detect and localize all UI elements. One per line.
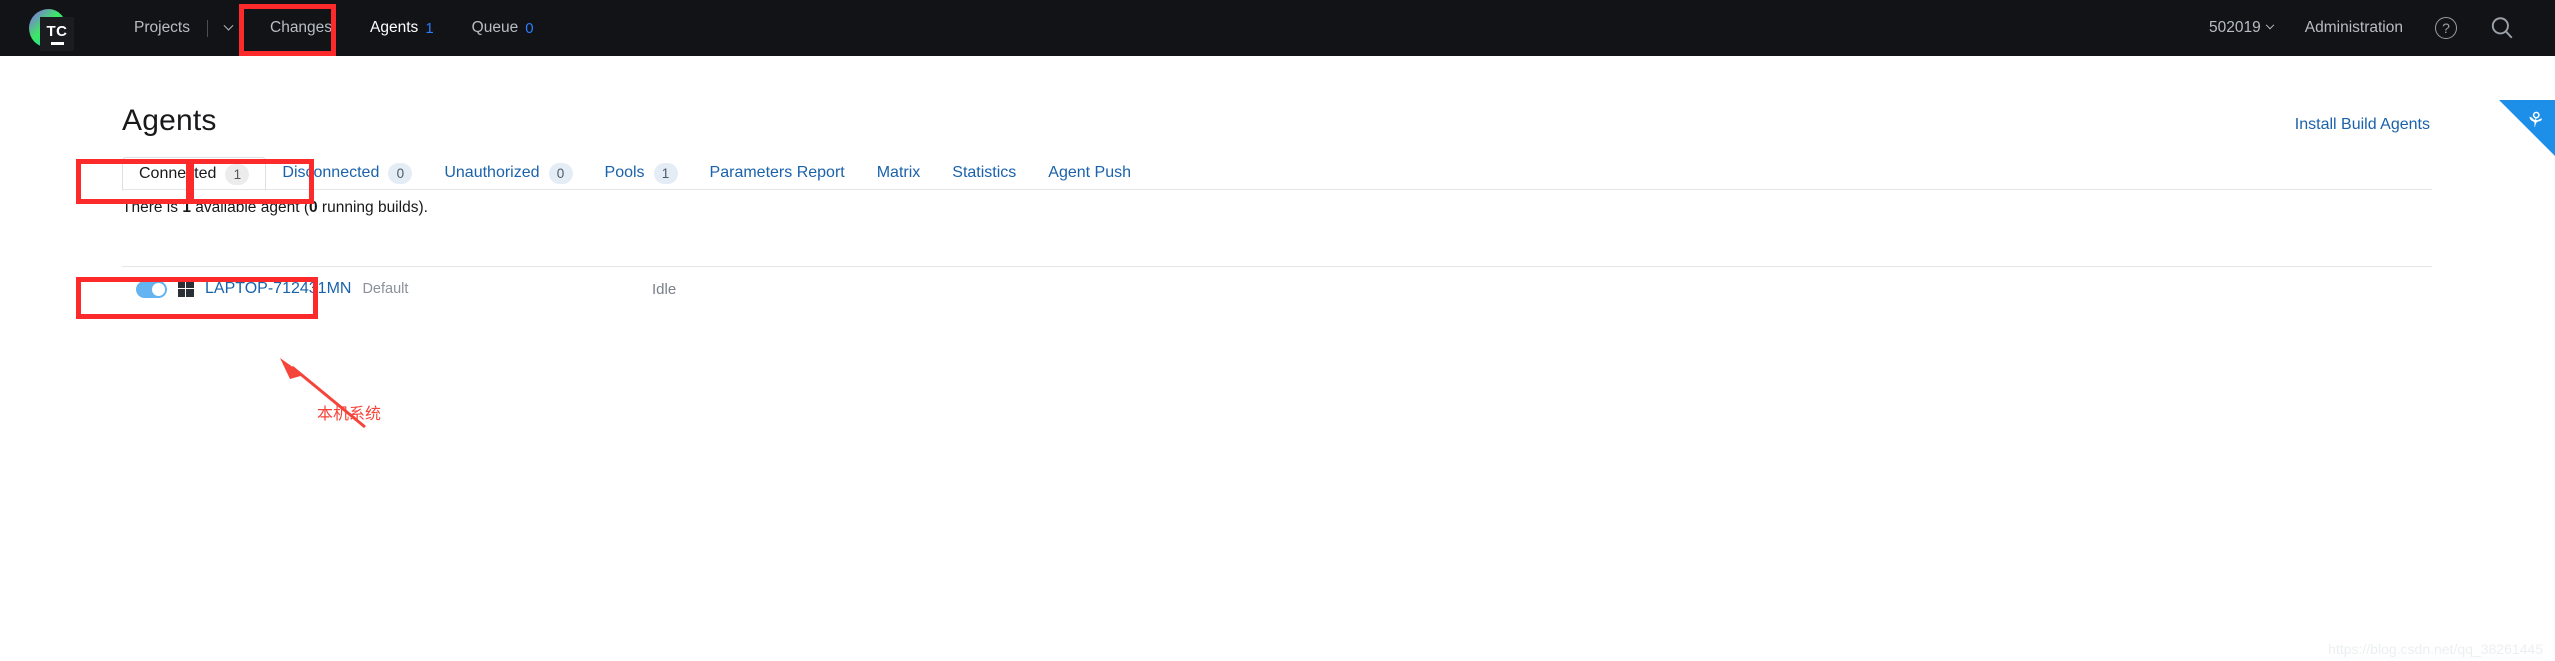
user-name: 502019 — [2209, 19, 2261, 36]
tab-agent-push[interactable]: Agent Push — [1032, 156, 1147, 190]
logo-underscore-icon — [50, 41, 64, 45]
nav-item-changes[interactable]: Changes — [251, 0, 351, 56]
teamcity-agents-page: TC Projects Changes Agents 1 Queue 0 502… — [0, 0, 2555, 661]
help-icon[interactable]: ? — [2435, 17, 2457, 39]
help-button[interactable]: ? — [2419, 17, 2473, 39]
tab-label: Statistics — [952, 164, 1017, 181]
administration-label: Administration — [2304, 19, 2403, 36]
tab-badge: 1 — [653, 162, 678, 184]
chevron-down-icon[interactable] — [2265, 20, 2275, 30]
tab-label: Matrix — [876, 164, 921, 181]
nav-item-queue[interactable]: Queue 0 — [453, 0, 553, 56]
watermark-text: https://blog.csdn.net/qq_38261445 — [2328, 641, 2543, 657]
status-suffix: running builds). — [317, 199, 428, 216]
nav-label-queue: Queue — [471, 19, 519, 36]
annotation-note-text: 本机系统 — [317, 404, 382, 423]
nav-label-projects: Projects — [134, 19, 190, 36]
flask-icon[interactable]: ⚘ — [2525, 108, 2547, 133]
agent-status-label: Idle — [652, 280, 677, 298]
nav-count-queue: 0 — [525, 19, 534, 37]
nav-label-changes: Changes — [270, 19, 333, 36]
agent-pool-label: Default — [362, 281, 409, 297]
tab-unauthorized[interactable]: Unauthorized 0 — [428, 156, 588, 190]
tab-label: Disconnected — [282, 164, 380, 181]
agent-name-cell: LAPTOP-712431MN Default — [122, 280, 612, 298]
chevron-down-icon[interactable] — [223, 20, 234, 31]
nav-count-agents: 1 — [425, 19, 434, 37]
main-nav: Projects Changes Agents 1 Queue 0 — [115, 0, 553, 56]
user-menu[interactable]: 502019 — [2193, 19, 2289, 37]
tab-label: Parameters Report — [709, 164, 845, 181]
toggle-knob — [152, 282, 165, 296]
table-row: LAPTOP-712431MN Default Idle — [122, 267, 2432, 311]
nav-divider — [207, 19, 208, 37]
tab-label: Connected — [139, 165, 217, 182]
agents-status-text: There is 1 available agent (0 running bu… — [122, 199, 428, 217]
logo-text: TC — [46, 22, 68, 40]
nav-item-agents[interactable]: Agents 1 — [351, 0, 453, 56]
top-header: TC Projects Changes Agents 1 Queue 0 502… — [0, 0, 2555, 56]
tab-label: Pools — [604, 164, 645, 181]
search-icon[interactable] — [2489, 15, 2515, 41]
tab-label: Agent Push — [1048, 164, 1132, 181]
logo-square-icon: TC — [40, 17, 74, 51]
tab-parameters-report[interactable]: Parameters Report — [694, 156, 861, 190]
status-agent-count: 1 — [182, 199, 191, 216]
status-prefix: There is — [122, 199, 183, 216]
tab-matrix[interactable]: Matrix — [861, 156, 937, 190]
tab-badge: 0 — [388, 162, 413, 184]
tab-statistics[interactable]: Statistics — [936, 156, 1032, 190]
tab-badge: 1 — [225, 163, 250, 185]
status-middle: available agent ( — [190, 199, 309, 216]
nav-label-agents: Agents — [370, 19, 419, 36]
header-right-group: 502019 Administration ? — [2193, 0, 2555, 56]
teamcity-logo[interactable]: TC — [25, 5, 77, 51]
nav-item-projects[interactable]: Projects — [115, 0, 251, 56]
agent-name-link[interactable]: LAPTOP-712431MN — [205, 280, 351, 298]
tab-disconnected[interactable]: Disconnected 0 — [266, 156, 428, 190]
tab-label: Unauthorized — [444, 164, 540, 181]
page-title: Agents — [122, 104, 217, 137]
search-button[interactable] — [2473, 15, 2531, 41]
install-build-agents-link[interactable]: Install Build Agents — [2295, 116, 2430, 134]
tab-badge: 0 — [548, 162, 573, 184]
administration-link[interactable]: Administration — [2289, 19, 2419, 37]
windows-icon — [178, 281, 194, 297]
tab-connected[interactable]: Connected 1 — [122, 157, 267, 191]
agents-tabs: Connected 1 Disconnected 0 Unauthorized … — [122, 156, 1147, 191]
agent-enabled-toggle[interactable] — [136, 280, 167, 298]
status-build-count: 0 — [309, 199, 318, 216]
tab-pools[interactable]: Pools 1 — [589, 156, 694, 190]
tabs-divider — [122, 189, 2432, 190]
